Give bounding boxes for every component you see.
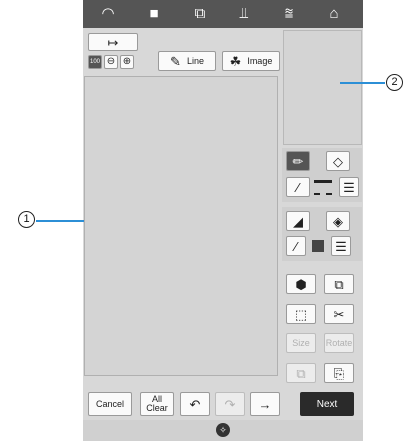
- redo-icon: ↷: [224, 396, 236, 412]
- fill-button[interactable]: ◢: [286, 211, 310, 231]
- pen-icon: ✏: [292, 153, 304, 169]
- line-eraser-button[interactable]: ◇: [326, 151, 350, 171]
- settings-knob-icon[interactable]: ✧: [216, 423, 230, 437]
- region-color-swatch[interactable]: [310, 238, 326, 254]
- cut-button[interactable]: ✂: [324, 304, 354, 324]
- region-dropper-button[interactable]: ∕: [286, 236, 306, 256]
- preview-area: [283, 30, 362, 145]
- eyedropper-icon: ∕: [296, 179, 300, 195]
- region-stitch-button[interactable]: ☰: [331, 236, 351, 256]
- zoom-100-button[interactable]: 100: [88, 55, 102, 69]
- callout-preview-number: 2: [386, 74, 403, 91]
- eraser-block-icon: ⬢: [295, 276, 307, 292]
- line-dropper-button[interactable]: ∕: [286, 177, 310, 197]
- home-icon[interactable]: ⌂: [323, 4, 345, 24]
- lock-icon[interactable]: ⩰: [278, 4, 300, 24]
- copy-button[interactable]: ⧉: [286, 363, 316, 383]
- region-eraser-button[interactable]: ◈: [326, 211, 350, 231]
- zoom-in-button[interactable]: ⊕: [120, 55, 134, 69]
- clipboard-icon: ⎘: [333, 365, 345, 381]
- line-type-swatch[interactable]: [312, 177, 334, 197]
- thread-icon[interactable]: ⫫: [233, 4, 255, 24]
- select-button[interactable]: ⬚: [286, 304, 316, 324]
- undo-icon: ↶: [189, 396, 201, 412]
- line-stitch-button[interactable]: ☰: [339, 177, 359, 197]
- color-swatch-icon: [312, 240, 324, 252]
- stamp-icon: ⧉: [334, 276, 344, 292]
- zoom-out-button[interactable]: ⊖: [104, 55, 118, 69]
- callout-canvas-line: [36, 220, 84, 222]
- zoom-in-icon: ⊕: [122, 56, 132, 67]
- export-icon: →: [258, 396, 272, 412]
- scissors-icon: ✂: [333, 306, 345, 322]
- top-bar: ◠ ■ ⧉ ⫫ ⩰ ⌂: [83, 0, 363, 28]
- line-type-icon: [314, 179, 332, 195]
- all-clear-button[interactable]: All Clear: [140, 392, 174, 416]
- import-arrow-icon: ↦: [107, 34, 119, 50]
- help-icon[interactable]: ⧉: [189, 4, 211, 24]
- image-icon: ☘: [229, 53, 242, 69]
- line-pen-button[interactable]: ✏: [286, 151, 310, 171]
- import-button[interactable]: ↦: [88, 33, 138, 51]
- export-button[interactable]: →: [250, 392, 280, 416]
- size-button[interactable]: Size: [286, 333, 316, 353]
- callout-preview-line: [340, 82, 385, 84]
- eraser-icon: ◇: [333, 153, 343, 169]
- dashed-select-icon: ⬚: [294, 306, 308, 322]
- region-stitch-icon: ☰: [335, 238, 347, 254]
- region-eyedropper-icon: ∕: [294, 238, 298, 254]
- image-button[interactable]: ☘ Image: [222, 51, 280, 71]
- line-button[interactable]: ✎ Line: [158, 51, 216, 71]
- cancel-button[interactable]: Cancel: [88, 392, 132, 416]
- paint-bucket-icon: ◢: [293, 213, 303, 229]
- copy-icon: ⧉: [296, 365, 306, 381]
- rotate-button[interactable]: Rotate: [324, 333, 354, 353]
- wifi-icon[interactable]: ◠: [97, 4, 119, 24]
- paste-button[interactable]: ⎘: [324, 363, 354, 383]
- zoom-out-icon: ⊖: [106, 56, 116, 67]
- stamp-button[interactable]: ⧉: [324, 274, 354, 294]
- redo-button[interactable]: ↷: [215, 392, 245, 416]
- next-button[interactable]: Next: [300, 392, 354, 416]
- document-icon[interactable]: ■: [143, 4, 165, 24]
- callout-canvas-number: 1: [18, 211, 35, 228]
- erase-button[interactable]: ⬢: [286, 274, 316, 294]
- undo-button[interactable]: ↶: [180, 392, 210, 416]
- region-eraser-icon: ◈: [333, 213, 343, 229]
- stitch-list-icon: ☰: [343, 179, 355, 195]
- drawing-canvas[interactable]: [84, 76, 278, 376]
- line-draw-icon: ✎: [170, 53, 181, 69]
